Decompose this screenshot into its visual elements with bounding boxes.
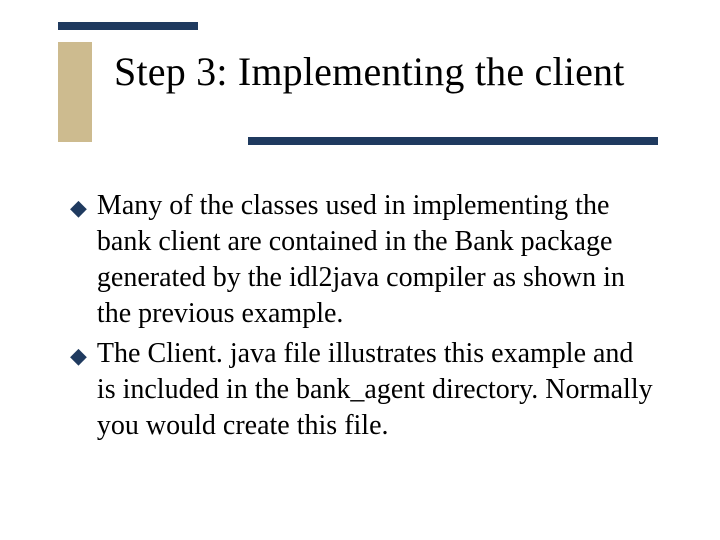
list-item: ◆ The Client. java file illustrates this… [70,336,658,444]
decorative-left-accent [58,42,92,142]
bullet-text: Many of the classes used in implementing… [97,188,658,332]
list-item: ◆ Many of the classes used in implementi… [70,188,658,332]
slide: Step 3: Implementing the client ◆ Many o… [0,0,720,540]
bullet-icon: ◆ [70,190,87,226]
decorative-mid-bar [248,137,658,145]
decorative-top-bar [58,22,198,30]
bullet-icon: ◆ [70,338,87,374]
slide-title: Step 3: Implementing the client [114,48,625,95]
bullet-text: The Client. java file illustrates this e… [97,336,658,444]
content-area: ◆ Many of the classes used in implementi… [70,188,658,448]
